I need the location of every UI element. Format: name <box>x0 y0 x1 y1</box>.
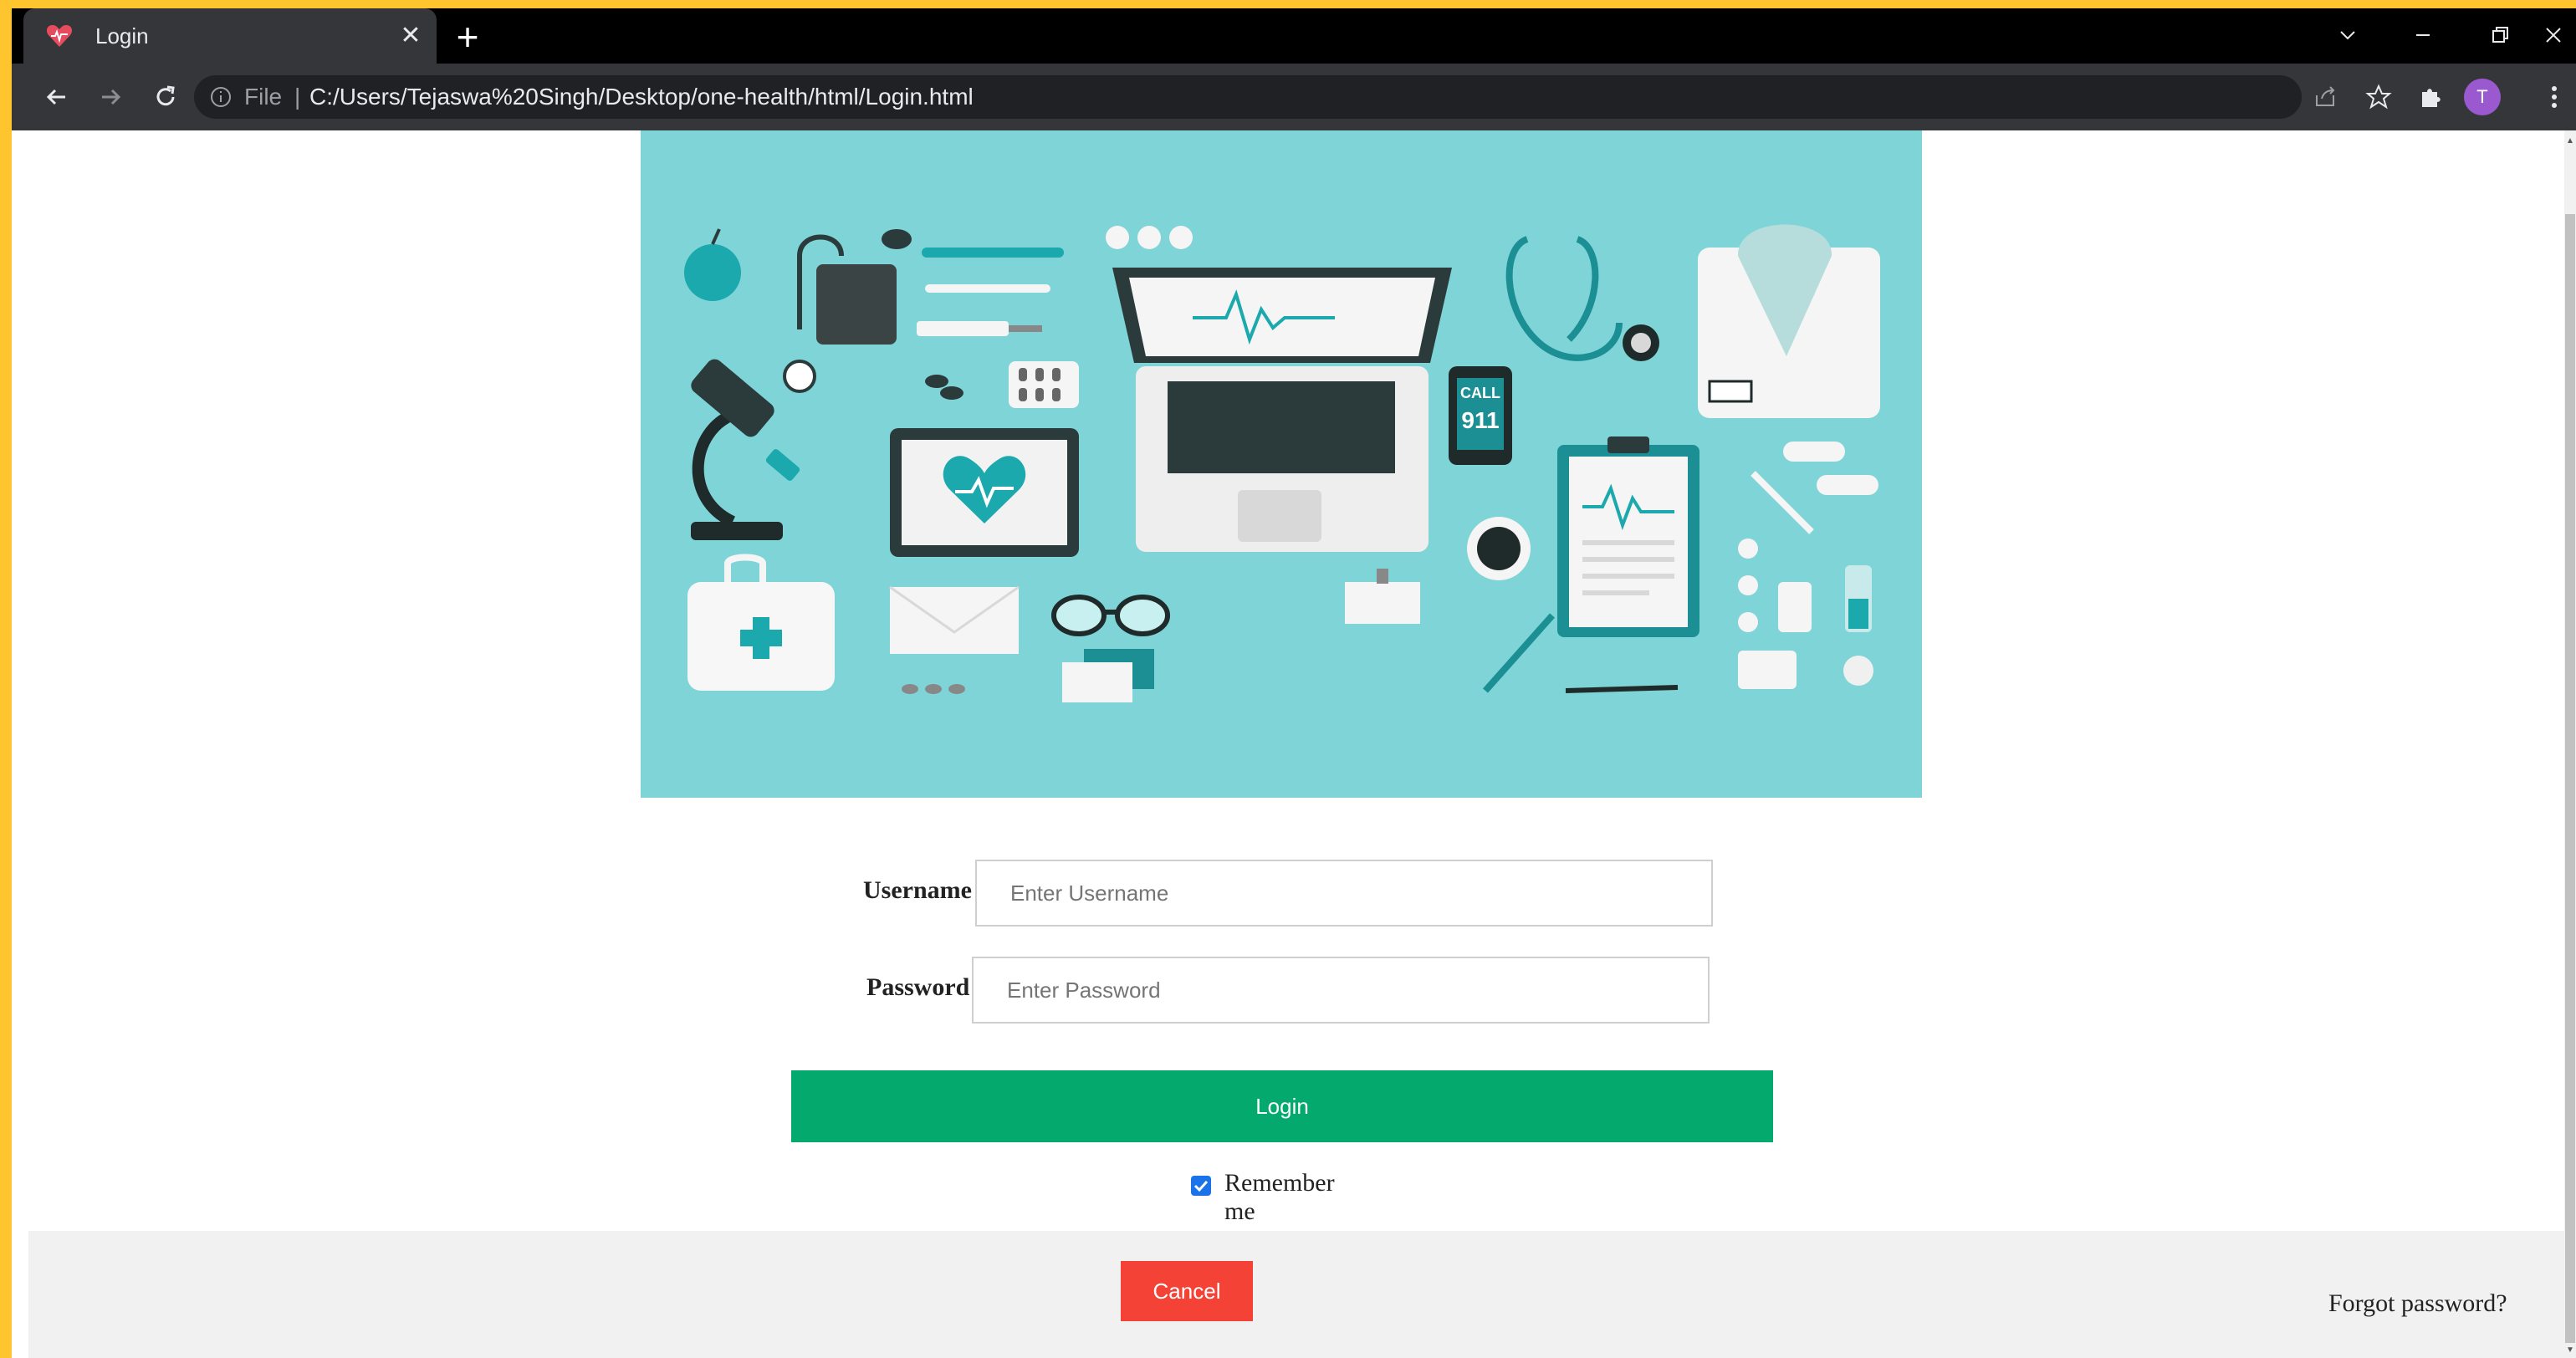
extensions-puzzle-icon[interactable] <box>2410 77 2451 117</box>
browser-window: Login ✕ + File | C:/Users/Tejaswa%20Sing… <box>12 8 2576 1358</box>
heart-favicon-icon <box>46 25 73 47</box>
tab-title: Login <box>95 23 149 48</box>
scroll-up-icon[interactable]: ▲ <box>2564 135 2576 147</box>
browser-toolbar: File | C:/Users/Tejaswa%20Singh/Desktop/… <box>12 64 2576 130</box>
form-footer <box>28 1231 2564 1358</box>
username-label: Username <box>863 876 972 904</box>
scroll-down-icon[interactable]: ▼ <box>2564 1345 2576 1356</box>
back-arrow-icon[interactable] <box>37 77 77 117</box>
scheme-separator: | <box>294 84 301 110</box>
page-content: CALL 911 Username Enter Username Passwor… <box>12 130 2564 1358</box>
call-911-text: 911 <box>1461 407 1499 433</box>
new-tab-icon[interactable]: + <box>447 18 488 56</box>
remember-me-checkbox[interactable] <box>1191 1176 1211 1196</box>
profile-avatar[interactable]: T <box>2464 79 2501 115</box>
close-window-icon[interactable] <box>2533 17 2574 54</box>
scroll-thumb[interactable] <box>2565 214 2575 1343</box>
tab-login[interactable]: Login ✕ <box>23 8 437 65</box>
cancel-button[interactable]: Cancel <box>1121 1261 1253 1321</box>
forward-arrow-icon[interactable] <box>90 77 130 117</box>
login-button[interactable]: Login <box>791 1070 1773 1142</box>
minimize-icon[interactable] <box>2402 17 2444 54</box>
tab-strip: Login ✕ + <box>12 8 2576 65</box>
tab-search-chevron-icon[interactable] <box>2327 17 2369 54</box>
reload-icon[interactable] <box>146 77 186 117</box>
password-label: Password <box>866 973 970 1001</box>
remember-me-label: Remember me <box>1224 1169 1335 1225</box>
close-tab-icon[interactable]: ✕ <box>395 20 427 52</box>
password-input[interactable] <box>972 957 1710 1024</box>
vertical-scrollbar[interactable]: ▲ ▼ <box>2564 130 2576 1358</box>
share-icon[interactable] <box>2305 77 2345 117</box>
call-text: CALL <box>1460 385 1500 401</box>
address-bar[interactable]: File | C:/Users/Tejaswa%20Singh/Desktop/… <box>194 75 2302 119</box>
forgot-password-text: Forgot password? <box>2328 1289 2507 1318</box>
info-icon[interactable] <box>209 85 233 109</box>
url-text[interactable]: C:/Users/Tejaswa%20Singh/Desktop/one-hea… <box>309 75 974 119</box>
menu-kebab-icon[interactable] <box>2534 77 2574 117</box>
forgot-password-link[interactable]: Forgot password? <box>2328 1289 2507 1317</box>
checkmark-icon <box>1193 1180 1209 1192</box>
scheme-label: File <box>244 84 283 110</box>
username-input[interactable] <box>975 860 1713 927</box>
bookmark-star-icon[interactable] <box>2359 77 2399 117</box>
medical-illustration: CALL 911 <box>641 130 1922 798</box>
restore-icon[interactable] <box>2479 17 2521 54</box>
